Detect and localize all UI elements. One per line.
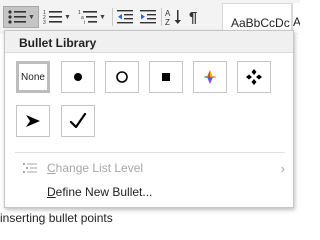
chevron-down-icon[interactable]: ▼	[28, 14, 35, 21]
label-post: hange List Level	[55, 161, 144, 175]
style-preview-text-2: A	[293, 15, 300, 29]
decrease-indent-icon	[117, 10, 133, 24]
bullets-button[interactable]: ▼	[3, 6, 39, 28]
menu-divider	[15, 152, 285, 153]
filled-circle-icon	[74, 73, 82, 81]
list-level-icon	[23, 163, 37, 173]
bullet-option-filled-square[interactable]	[149, 61, 183, 93]
label-access-key: C	[47, 161, 56, 175]
svg-text:A: A	[165, 9, 171, 18]
svg-text:i: i	[84, 20, 85, 25]
bullet-option-four-color-diamond[interactable]	[193, 61, 227, 93]
decrease-indent-button[interactable]	[116, 6, 136, 28]
bullet-none-label: None	[21, 71, 45, 83]
label-access-key: D	[47, 185, 56, 199]
bullet-library-header: Bullet Library	[5, 31, 293, 53]
four-color-diamond-icon	[203, 70, 217, 84]
hollow-circle-icon	[116, 71, 128, 83]
pilcrow-icon: ¶	[189, 8, 198, 26]
ribbon-toolbar: ▼ 1 2 3 ▼ 1 a i ▼ A Z ¶ AaBbCcDc	[0, 0, 300, 34]
numbering-button[interactable]: 1 2 3 ▼	[43, 6, 75, 28]
change-list-level-item[interactable]: Change List Level ›	[5, 157, 293, 179]
bullet-list-icon	[8, 10, 26, 24]
label-post: efine New Bullet...	[55, 185, 153, 199]
bullet-option-checkmark[interactable]	[61, 105, 95, 137]
svg-text:3: 3	[43, 20, 46, 25]
chevron-right-icon: ›	[280, 160, 285, 176]
style-gallery-next[interactable]: A	[292, 3, 300, 33]
increase-indent-button[interactable]	[139, 6, 159, 28]
show-formatting-button[interactable]: ¶	[189, 6, 205, 28]
numbered-list-icon: 1 2 3	[43, 10, 62, 25]
chevron-down-icon[interactable]: ▼	[99, 14, 106, 21]
arrowhead-icon	[26, 115, 40, 127]
bullet-library-title: Bullet Library	[19, 36, 97, 50]
define-new-bullet-label: Define New Bullet...	[47, 185, 152, 199]
chevron-down-icon[interactable]: ▼	[64, 14, 71, 21]
four-diamond-icon	[246, 69, 262, 85]
document-body-text: inserting bullet points	[0, 211, 113, 225]
bullet-option-filled-circle[interactable]	[61, 61, 95, 93]
checkmark-icon	[69, 112, 87, 129]
change-list-level-label: Change List Level	[47, 161, 143, 175]
define-new-bullet-item[interactable]: Define New Bullet...	[5, 181, 293, 203]
sort-button[interactable]: A Z	[165, 6, 183, 28]
toolbar-divider	[112, 8, 113, 26]
bullet-option-four-diamond[interactable]	[237, 61, 271, 93]
sort-az-icon: A Z	[165, 9, 181, 26]
bullet-option-arrowhead[interactable]	[16, 105, 50, 137]
toolbar-divider	[161, 8, 162, 26]
multilevel-list-button[interactable]: 1 a i ▼	[78, 6, 110, 28]
svg-text:Z: Z	[165, 18, 170, 26]
style-preview-text: AaBbCcDc	[231, 16, 290, 30]
filled-square-icon	[162, 73, 170, 81]
bullet-library-dropdown: Bullet Library None Change List Level › …	[4, 30, 294, 208]
increase-indent-icon	[140, 10, 156, 24]
bullet-option-hollow-circle[interactable]	[105, 61, 139, 93]
multilevel-list-icon: 1 a i	[78, 10, 97, 25]
style-gallery-normal[interactable]: AaBbCcDc	[222, 3, 292, 33]
bullet-option-none[interactable]: None	[16, 61, 50, 93]
